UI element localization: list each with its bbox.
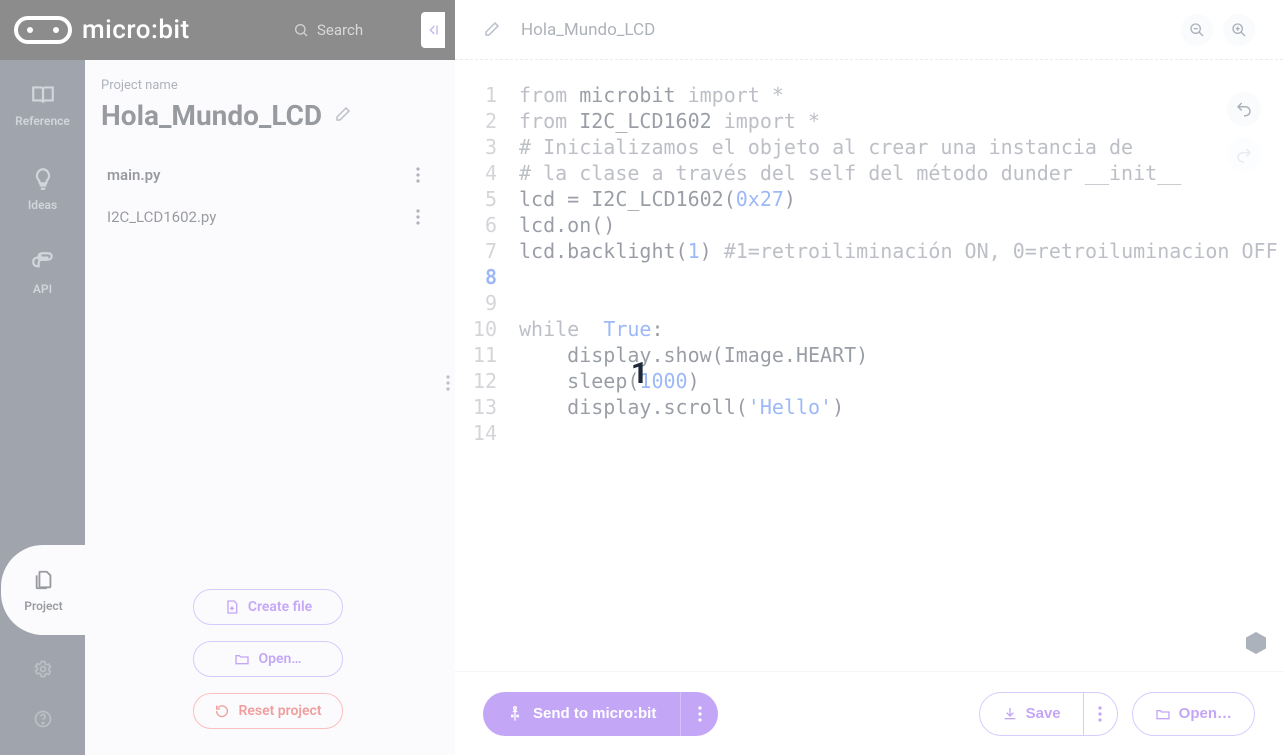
app-root: micro:bit Search Reference Ideas API (0, 0, 1283, 755)
project-title: Hola_Mundo_LCD (101, 99, 322, 132)
save-label: Save (1026, 705, 1061, 722)
python-icon (30, 250, 56, 276)
files-icon (33, 567, 55, 593)
save-menu-button[interactable] (1084, 692, 1118, 736)
send-label: Send to micro:bit (533, 705, 656, 722)
project-name-label: Project name (101, 78, 435, 93)
pencil-icon (334, 105, 352, 123)
search-placeholder: Search (317, 21, 363, 39)
nav-project-label: Project (24, 599, 62, 613)
redo-button[interactable] (1227, 138, 1261, 172)
help-button[interactable] (27, 703, 59, 735)
file-item-i2c[interactable]: I2C_LCD1602.py (101, 196, 435, 238)
zoom-controls (1181, 14, 1255, 46)
reset-project-button[interactable]: Reset project (193, 693, 343, 729)
project-panel: Project name Hola_Mundo_LCD main.py I2C_… (85, 0, 455, 755)
nav-rail: Reference Ideas API Project (0, 0, 85, 755)
usb-icon (507, 706, 523, 722)
logo[interactable]: micro:bit (14, 15, 190, 45)
lightbulb-icon (30, 166, 56, 192)
more-vertical-icon (446, 375, 450, 391)
search-input[interactable]: Search (281, 10, 441, 50)
line-gutter: 1234567891011121314 (455, 82, 511, 671)
logo-bar: micro:bit Search (0, 0, 455, 60)
folder-open-icon (234, 651, 250, 667)
hexagon-icon (1245, 631, 1267, 655)
open-footer-label: Open… (1179, 705, 1232, 722)
nav-api-label: API (33, 282, 52, 296)
editor-zone: Hola_Mundo_LCD 1234567891011121314 from … (455, 0, 1283, 755)
more-vertical-icon (416, 209, 420, 225)
create-file-label: Create file (248, 599, 312, 615)
nav-project[interactable]: Project (1, 545, 86, 635)
code-body[interactable]: from microbit import *from I2C_LCD1602 i… (511, 82, 1283, 671)
folder-open-icon (1155, 706, 1171, 722)
send-to-microbit-button[interactable]: Send to micro:bit (483, 692, 680, 736)
save-group: Save (979, 692, 1118, 736)
nav-api[interactable]: API (0, 240, 85, 306)
nav-reference-label: Reference (15, 114, 70, 128)
file-menu-button[interactable] (407, 164, 429, 186)
chevron-left-bar-icon (425, 22, 441, 38)
microbit-logo-icon (14, 16, 72, 44)
simulator-badge[interactable] (1245, 631, 1267, 655)
book-icon (30, 82, 56, 108)
editor-file-icon (483, 20, 503, 40)
more-vertical-icon (416, 167, 420, 183)
search-icon (293, 22, 309, 38)
editor-header: Hola_Mundo_LCD (455, 0, 1283, 60)
file-item-main[interactable]: main.py (101, 154, 435, 196)
more-vertical-icon (698, 706, 702, 722)
file-name: main.py (107, 166, 160, 184)
send-menu-button[interactable] (680, 692, 718, 736)
logo-text: micro:bit (82, 15, 190, 45)
code-editor[interactable]: 1234567891011121314 from microbit import… (455, 60, 1283, 671)
undo-button[interactable] (1227, 92, 1261, 126)
editor-tab-name: Hola_Mundo_LCD (521, 20, 655, 40)
refresh-icon (214, 703, 230, 719)
nav-footer (27, 653, 59, 755)
panel-more-button[interactable] (439, 370, 457, 396)
undo-redo-group (1227, 92, 1261, 172)
nav-reference[interactable]: Reference (0, 72, 85, 138)
open-footer-button[interactable]: Open… (1132, 692, 1255, 736)
project-title-row: Hola_Mundo_LCD (101, 99, 435, 132)
save-button[interactable]: Save (979, 692, 1084, 736)
file-menu-button[interactable] (407, 206, 429, 228)
zoom-in-button[interactable] (1223, 14, 1255, 46)
left-zone: micro:bit Search Reference Ideas API (0, 0, 455, 755)
open-label: Open… (258, 651, 301, 667)
undo-icon (1235, 100, 1253, 118)
help-icon (33, 709, 53, 729)
reset-label: Reset project (238, 703, 321, 719)
pencil-icon (483, 20, 501, 38)
zoom-in-icon (1231, 22, 1247, 38)
open-project-button[interactable]: Open… (193, 641, 343, 677)
nav-ideas[interactable]: Ideas (0, 156, 85, 222)
file-name: I2C_LCD1602.py (107, 208, 216, 226)
nav-ideas-label: Ideas (28, 198, 57, 212)
panel-actions: Create file Open… Reset project (101, 589, 435, 735)
edit-project-name-button[interactable] (334, 105, 356, 127)
zoom-out-button[interactable] (1181, 14, 1213, 46)
settings-button[interactable] (27, 653, 59, 685)
send-group: Send to micro:bit (483, 692, 718, 736)
more-vertical-icon (1098, 706, 1102, 722)
create-file-button[interactable]: Create file (193, 589, 343, 625)
editor-footer: Send to micro:bit Save Open… (455, 671, 1283, 755)
zoom-out-icon (1189, 22, 1205, 38)
gear-icon (33, 659, 53, 679)
file-plus-icon (224, 599, 240, 615)
download-icon (1002, 706, 1018, 722)
redo-icon (1235, 146, 1253, 164)
collapse-sidebar-button[interactable] (421, 12, 445, 48)
